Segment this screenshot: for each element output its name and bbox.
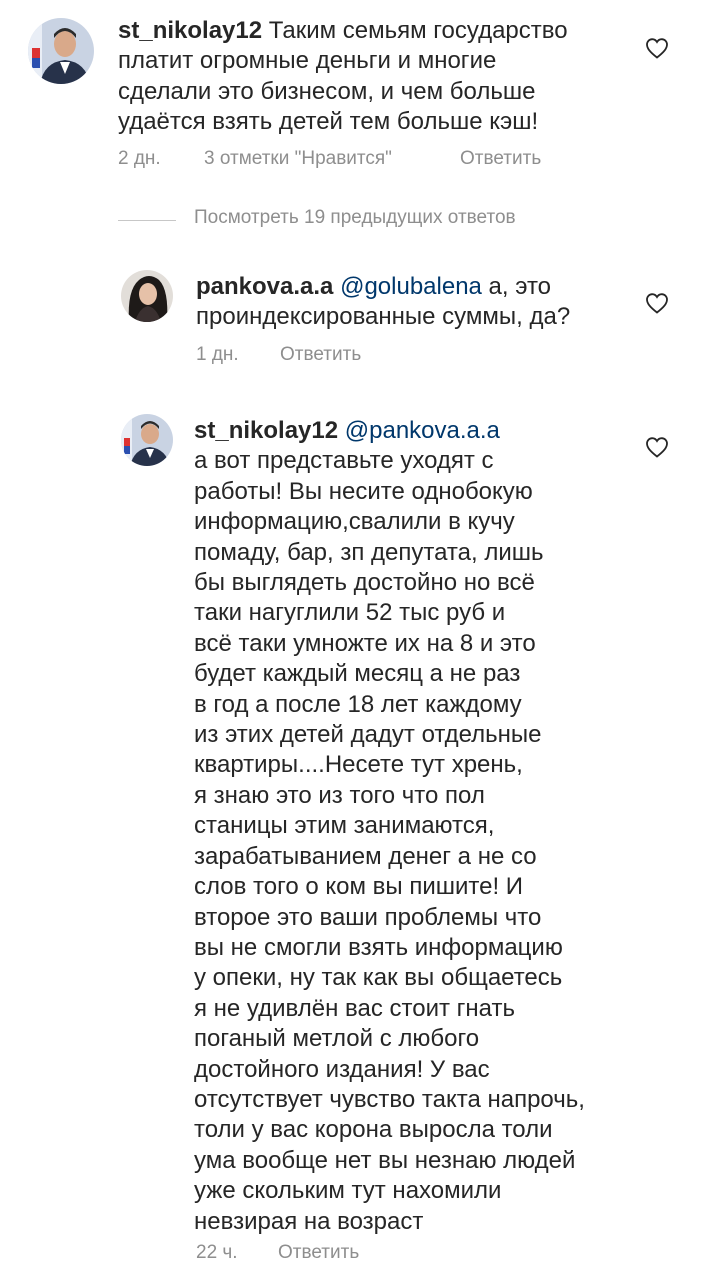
- comment-line: уже скольким тут нахомили: [194, 1177, 502, 1205]
- view-replies-label: Посмотреть 19 предыдущих ответов: [194, 207, 516, 228]
- timestamp: 1 дн.: [196, 344, 239, 365]
- comment-line: помаду, бар, зп депутата, лишь: [194, 538, 544, 566]
- comment-line: у опеки, ну так как вы общаетесь: [194, 964, 563, 992]
- comment-line: я не удивлён вас стоит гнать: [194, 994, 515, 1022]
- reply-button[interactable]: Ответить: [460, 148, 541, 170]
- comment-line: удаётся взять детей тем больше кэш!: [118, 108, 539, 136]
- comment-line: ума вообще нет вы незнаю людей: [194, 1146, 576, 1174]
- comment-line: вы не смогли взять информацию: [194, 933, 563, 961]
- comment-line: а вот представьте уходят с: [194, 447, 494, 475]
- comment-line: всё таки умножте их на 8 и это: [194, 629, 536, 657]
- comment-line: проиндексированные суммы, да?: [196, 303, 571, 331]
- comment-line: зарабатыванием денег а не со: [194, 842, 537, 870]
- comment-line: сделали это бизнесом, и чем больше: [118, 77, 536, 105]
- comment-text: pankova.a.a @golubalena а, это проиндекс…: [196, 272, 646, 333]
- mention-link[interactable]: @pankova.a.a: [345, 417, 500, 444]
- avatar[interactable]: [121, 270, 173, 322]
- comment-line: платит огромные деньги и многие: [118, 47, 497, 75]
- comment-line: из этих детей дадут отдельные: [194, 721, 542, 749]
- comment-meta: 2 дн. 3 отметки "Нравится" Ответить: [118, 148, 578, 172]
- comment-text: st_nikolay12 @pankova.a.a а вот представ…: [194, 416, 654, 1237]
- heart-outline-icon[interactable]: [645, 37, 669, 59]
- comment-meta: 1 дн. Ответить: [196, 344, 496, 368]
- reply-button[interactable]: Ответить: [278, 1242, 359, 1264]
- avatar[interactable]: [28, 18, 94, 84]
- likes-count[interactable]: 3 отметки "Нравится": [204, 148, 392, 170]
- comment-line: квартиры....Несете тут хрень,: [194, 751, 523, 779]
- comment-line: а, это: [481, 273, 552, 300]
- mention-link[interactable]: @golubalena: [340, 273, 482, 300]
- comment-line: отсутствует чувство такта напрочь,: [194, 1085, 585, 1113]
- comment-line: невзирая на возраст: [194, 1207, 424, 1235]
- comment-text: st_nikolay12 Таким семьям государство пл…: [118, 16, 658, 138]
- heart-outline-icon[interactable]: [645, 436, 669, 458]
- comment-line: слов того о ком вы пишите! И: [194, 873, 524, 901]
- comment-line: станицы этим занимаются,: [194, 812, 495, 840]
- comment-line: работы! Вы несите однобокую: [194, 477, 533, 505]
- username[interactable]: st_nikolay12: [118, 17, 262, 44]
- comment-line: поганый метлой с любого: [194, 1025, 480, 1053]
- comment-meta: 22 ч. Ответить: [196, 1242, 496, 1266]
- comment-line: будет каждый месяц а не раз: [194, 660, 521, 688]
- comment-line: Таким семьям государство: [268, 17, 568, 44]
- comment-line: бы выглядеть достойно но всё: [194, 569, 535, 597]
- heart-outline-icon[interactable]: [645, 292, 669, 314]
- username[interactable]: st_nikolay12: [194, 417, 338, 444]
- avatar[interactable]: [121, 414, 173, 466]
- comment-line: второе это ваши проблемы что: [194, 903, 542, 931]
- reply-button[interactable]: Ответить: [280, 344, 361, 366]
- comment-line: толи у вас корона выросла толи: [194, 1116, 553, 1144]
- username[interactable]: pankova.a.a: [196, 273, 333, 300]
- comment-line: я знаю это из того что пол: [194, 781, 485, 809]
- comment-line: таки нагуглили 52 тыс руб и: [194, 599, 506, 627]
- timestamp: 2 дн.: [118, 148, 161, 169]
- divider: [118, 220, 176, 221]
- comment-line: в год а после 18 лет каждому: [194, 690, 522, 718]
- timestamp: 22 ч.: [196, 1242, 238, 1263]
- comment-line: достойного издания! У вас: [194, 1055, 490, 1083]
- comment-line: информацию,свалили в кучу: [194, 508, 515, 536]
